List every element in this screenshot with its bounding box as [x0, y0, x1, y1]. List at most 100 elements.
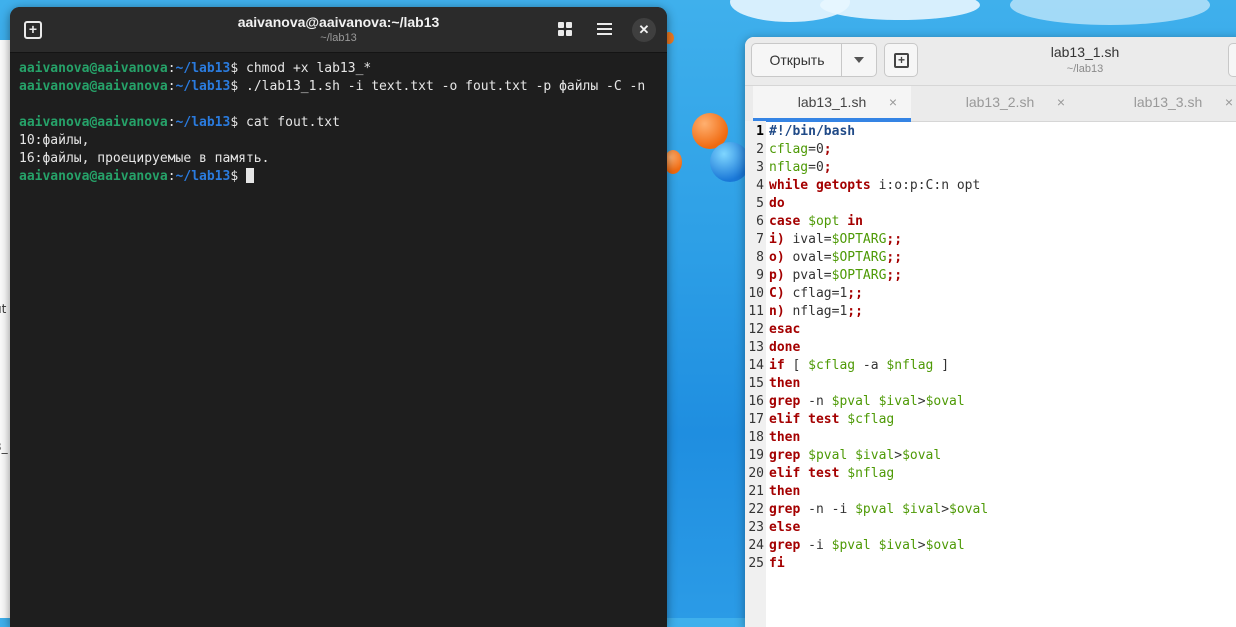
code-token: if [769, 358, 785, 373]
code-token: grep [769, 502, 801, 517]
terminal-user: aaivanova@aaivanova [19, 115, 168, 130]
code-text: elif test $cflag [769, 411, 894, 429]
code-text: esac [769, 321, 800, 339]
code-token: $ival [855, 448, 895, 463]
code-token: grep [769, 448, 801, 463]
code-token: nflag [769, 160, 809, 175]
code-token: ;; [847, 286, 863, 301]
code-token: $ival [902, 502, 942, 517]
tab-lab13-1[interactable]: lab13_1.sh × [753, 86, 911, 122]
line-number: 22 [748, 502, 764, 517]
new-document-button[interactable]: + [884, 43, 918, 77]
tab-lab13-3[interactable]: lab13_3.sh × [1089, 86, 1236, 121]
line-number: 2 [756, 142, 764, 157]
code-token: i:o:p:C:n opt [870, 178, 981, 193]
code-token: esac [769, 322, 801, 337]
code-token: ival= [784, 232, 832, 247]
code-token: -i [800, 538, 832, 553]
close-button[interactable]: ✕ [632, 18, 656, 42]
code-token: -n [800, 394, 832, 409]
code-text: o) oval=$OPTARG;; [769, 249, 902, 267]
code-token: in [847, 214, 863, 229]
line-number: 18 [748, 430, 764, 445]
code-token: $oval [902, 448, 942, 463]
terminal-window: + aaivanova@aaivanova:~/lab13 ~/lab13 ✕ … [10, 7, 667, 627]
code-token: #!/bin/bash [769, 124, 856, 139]
code-token: ;; [886, 250, 903, 265]
tab-close-icon[interactable]: × [889, 86, 897, 119]
code-token: $pval [831, 538, 871, 553]
code-token: n) [769, 304, 785, 319]
tab-close-icon[interactable]: × [1225, 86, 1233, 119]
code-token: $opt [808, 214, 840, 229]
terminal-output-text: 10:файлы, [19, 133, 90, 148]
code-text: i) ival=$OPTARG;; [769, 231, 902, 249]
code-token: $nflag [847, 466, 895, 481]
tab-lab13-2[interactable]: lab13_2.sh × [921, 86, 1079, 121]
terminal-sign: $ [230, 115, 246, 130]
terminal-line: aaivanova@aaivanova:~/lab13$ ./lab13_1.s… [19, 78, 667, 96]
code-token: else [769, 520, 801, 535]
code-token: done [769, 340, 801, 355]
desktop-blue-ball [710, 142, 750, 182]
code-token: > [917, 394, 926, 409]
code-text: then [769, 375, 800, 393]
code-token: elif [769, 466, 801, 481]
code-token: ;; [886, 268, 903, 283]
code-token: elif [769, 412, 801, 427]
tab-close-icon[interactable]: × [1057, 86, 1065, 119]
line-number: 6 [756, 214, 764, 229]
code-text: case $opt in [769, 213, 863, 231]
code-token: -a [855, 358, 887, 373]
code-text: then [769, 429, 800, 447]
editor-menu-button[interactable] [1228, 43, 1236, 77]
tab-label: lab13_2.sh [965, 94, 1035, 110]
terminal-line: 16:файлы, проецируемые в память. [19, 150, 667, 168]
code-token: > [894, 448, 903, 463]
code-editor[interactable]: 1 #!/bin/bash 2 cflag=0; 3 nflag=0; 4 while get… [745, 121, 1236, 627]
code-token: $pval [831, 394, 871, 409]
editor-headerbar: Открыть + lab13_1.sh ~/lab13 [745, 37, 1236, 86]
code-token: grep [769, 538, 801, 553]
code-token: $nflag [886, 358, 934, 373]
code-token: $pval [855, 502, 895, 517]
code-text: while getopts i:o:p:C:n opt [769, 177, 980, 195]
code-text: nflag=0; [769, 159, 832, 177]
tab-label: lab13_3.sh [1133, 94, 1203, 110]
hamburger-menu-icon[interactable] [597, 23, 612, 35]
open-dropdown-button[interactable] [841, 43, 877, 77]
open-button[interactable]: Открыть [751, 43, 842, 77]
line-number: 19 [748, 448, 764, 463]
editor-subtitle: ~/lab13 [1066, 63, 1104, 75]
code-token: while [769, 178, 809, 193]
code-text: done [769, 339, 800, 357]
tab-overview-icon[interactable] [558, 22, 572, 36]
code-token: case [769, 214, 801, 229]
terminal-colon: : [167, 61, 176, 76]
line-number: 12 [748, 322, 764, 337]
code-token: test [808, 412, 840, 427]
terminal-output[interactable]: aaivanova@aaivanova:~/lab13$ chmod +x la… [10, 53, 667, 186]
code-token: oval= [784, 250, 832, 265]
terminal-colon: : [167, 115, 176, 130]
code-token: $cflag [847, 412, 895, 427]
code-token: $OPTARG [831, 250, 887, 265]
code-token: then [769, 484, 801, 499]
line-number: 1 [756, 124, 764, 139]
terminal-colon: : [167, 169, 176, 184]
code-text: grep -n -i $pval $ival>$oval [769, 501, 988, 519]
terminal-user: aaivanova@aaivanova [19, 169, 168, 184]
line-number: 9 [756, 268, 764, 283]
code-text: do [769, 195, 785, 213]
code-token: ;; [847, 304, 863, 319]
line-number: 21 [748, 484, 764, 499]
terminal-line: aaivanova@aaivanova:~/lab13$ [19, 168, 667, 186]
line-number: 14 [748, 358, 764, 373]
code-text: p) pval=$OPTARG;; [769, 267, 902, 285]
code-token: do [769, 196, 785, 211]
terminal-dir: ~/lab13 [175, 169, 231, 184]
